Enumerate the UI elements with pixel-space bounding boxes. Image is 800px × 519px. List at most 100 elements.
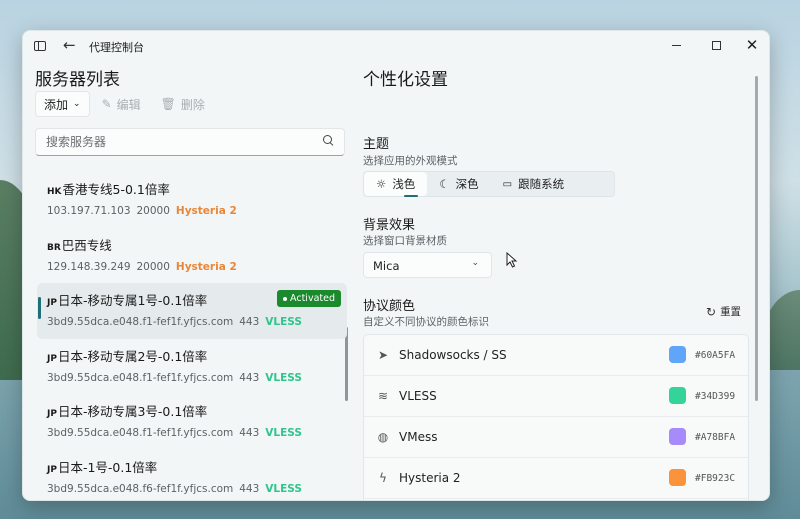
add-label: 添加	[44, 97, 69, 112]
server-list-item[interactable]: JP日本-移动专属1号-0.1倍率 3bd9.55dca.e048.f1-fef1…	[37, 283, 347, 339]
back-arrow-icon[interactable]: ←	[63, 37, 77, 53]
search-icon[interactable]	[323, 135, 334, 146]
color-swatch[interactable]	[669, 469, 686, 486]
protocol-color-row: ≋ VLESS #34D399	[364, 376, 748, 417]
reset-label: 重置	[720, 306, 742, 318]
theme-option-system[interactable]: ▭ 跟随系统	[491, 172, 576, 196]
server-name-text: 巴西专线	[61, 237, 112, 253]
protocol-name: VMess	[399, 430, 438, 444]
backdrop-subtitle: 选择窗口背景材质	[363, 235, 447, 247]
search-input[interactable]	[36, 129, 306, 155]
protocol-name: Hysteria 2	[399, 471, 461, 485]
theme-option-light[interactable]: ☼ 浅色	[364, 172, 428, 197]
theme-option-dark-label: 深色	[455, 177, 479, 191]
server-port: 20000	[136, 260, 170, 273]
server-protocol: Hysteria 2	[175, 260, 237, 273]
server-name: HK香港专线5-0.1倍率	[47, 179, 347, 198]
settings-scrollbar[interactable]	[755, 76, 758, 401]
server-flag: BR	[47, 242, 61, 253]
color-swatch[interactable]	[669, 346, 686, 363]
activated-badge-label: Activated	[290, 293, 335, 304]
search-box	[35, 128, 345, 156]
protocol-color-row: ➤ Shadowsocks / SS #60A5FA	[364, 335, 748, 376]
edit-button[interactable]: ✎ 编辑	[94, 91, 149, 117]
server-host: 3bd9.55dca.e048.f1-fef1f.yfjcs.com	[47, 371, 234, 384]
chevron-down-icon: ⌄	[471, 258, 479, 268]
server-protocol: VLESS	[265, 371, 302, 384]
server-port: 20000	[136, 205, 170, 217]
minimize-icon	[671, 44, 681, 46]
activated-badge: Activated	[277, 290, 341, 307]
server-protocol: VLESS	[265, 482, 302, 495]
server-meta: 129.148.39.249 20000 Hysteria 2	[47, 261, 347, 273]
server-host: 3bd9.55dca.e048.f1-fef1f.yfjcs.com	[47, 427, 234, 439]
protocol-colors-title: 协议颜色	[363, 299, 416, 314]
settings-title: 个性化设置	[363, 70, 448, 90]
theme-subtitle: 选择应用的外观模式	[363, 155, 458, 167]
sun-icon: ☼	[376, 177, 387, 191]
backdrop-dropdown[interactable]: Mica ⌄	[363, 252, 492, 278]
server-name-text: 日本-移动专属2号-0.1倍率	[57, 348, 208, 364]
protocol-color-row: ϟ Hysteria 2 #FB923C	[364, 458, 748, 499]
server-port: 443	[239, 427, 260, 439]
delete-label: 删除	[180, 97, 205, 112]
server-host: 103.197.71.103	[47, 205, 131, 217]
title-bar: ← 代理控制台 ✕	[23, 31, 769, 61]
color-hex: #34D399	[695, 391, 736, 402]
add-button[interactable]: 添加 ⌄	[35, 91, 90, 117]
server-list-item[interactable]: BR巴西专线 129.148.39.249 20000 Hysteria 2	[37, 228, 347, 284]
theme-title: 主题	[363, 137, 390, 152]
server-meta: 103.197.71.103 20000 Hysteria 2	[47, 205, 347, 217]
server-flag: JP	[47, 464, 57, 475]
server-meta: 3bd9.55dca.e048.f1-fef1f.yfjcs.com 443 VLE…	[47, 372, 347, 384]
server-list-item[interactable]: JP日本-移动专属2号-0.1倍率 3bd9.55dca.e048.f1-fef1…	[37, 339, 347, 395]
minimize-button[interactable]	[657, 31, 695, 59]
server-meta: 3bd9.55dca.e048.f1-fef1f.yfjcs.com 443 VLE…	[47, 316, 347, 328]
server-port: 443	[239, 482, 260, 495]
server-list-title: 服务器列表	[35, 70, 120, 90]
server-flag: JP	[47, 353, 57, 364]
server-name-text: 香港专线5-0.1倍率	[62, 182, 170, 197]
refresh-icon: ↻	[706, 304, 717, 319]
color-hex: #A78BFA	[695, 432, 736, 443]
maximize-button[interactable]	[697, 31, 735, 59]
settings-pane: 个性化设置 主题 选择应用的外观模式 ☼ 浅色 ☾ 深色 ▭ 跟随系统 背景效果…	[359, 61, 769, 500]
mouse-cursor-icon	[506, 252, 518, 268]
server-host: 3bd9.55dca.e048.f1-fef1f.yfjcs.com	[47, 316, 234, 328]
server-protocol: VLESS	[265, 427, 302, 439]
sidebar-toggle-icon[interactable]	[34, 41, 46, 51]
server-meta: 3bd9.55dca.e048.f6-fef1f.yfjcs.com 443 VLE…	[47, 483, 347, 495]
server-list-item[interactable]: JP日本-1号-0.1倍率 3bd9.55dca.e048.f6-fef1f.yf…	[37, 450, 347, 501]
server-protocol: Hysteria 2	[175, 205, 237, 217]
server-host: 129.148.39.249	[47, 260, 131, 273]
server-name-text: 日本-移动专属3号-0.1倍率	[57, 404, 208, 419]
server-port: 443	[239, 316, 260, 328]
close-icon: ✕	[745, 36, 759, 54]
backdrop-value: Mica	[373, 259, 400, 273]
delete-button[interactable]: 🗑 删除	[153, 91, 213, 117]
color-hex: #60A5FA	[695, 350, 736, 361]
server-name: BR巴西专线	[47, 235, 347, 254]
server-name: JP日本-移动专属3号-0.1倍率	[47, 401, 347, 420]
moon-icon: ☾	[439, 177, 450, 191]
protocol-name: VLESS	[399, 389, 437, 403]
reset-button[interactable]: ↻ 重置	[706, 304, 741, 319]
server-flag: JP	[47, 409, 57, 419]
color-swatch[interactable]	[669, 387, 686, 404]
protocol-name: Shadowsocks / SS	[399, 348, 507, 362]
send-icon: ➤	[377, 348, 389, 362]
maximize-icon	[711, 40, 721, 50]
pencil-icon: ✎	[101, 97, 112, 111]
layers-icon: ≋	[377, 389, 389, 403]
theme-option-light-label: 浅色	[392, 177, 416, 191]
backdrop-title: 背景效果	[363, 218, 416, 233]
protocol-color-row: ◍ VMess #A78BFA	[364, 417, 748, 458]
theme-option-dark[interactable]: ☾ 深色	[427, 172, 490, 196]
trash-icon: 🗑	[160, 97, 176, 111]
color-hex: #FB923C	[695, 473, 736, 484]
color-swatch[interactable]	[669, 428, 686, 445]
server-list-item[interactable]: HK香港专线5-0.1倍率 103.197.71.103 20000 Hysteria…	[37, 172, 347, 228]
close-button[interactable]: ✕	[733, 31, 769, 59]
server-name-text: 日本-1号-0.1倍率	[57, 459, 158, 475]
server-list-item[interactable]: JP日本-移动专属3号-0.1倍率 3bd9.55dca.e048.f1-fef1…	[37, 394, 347, 450]
